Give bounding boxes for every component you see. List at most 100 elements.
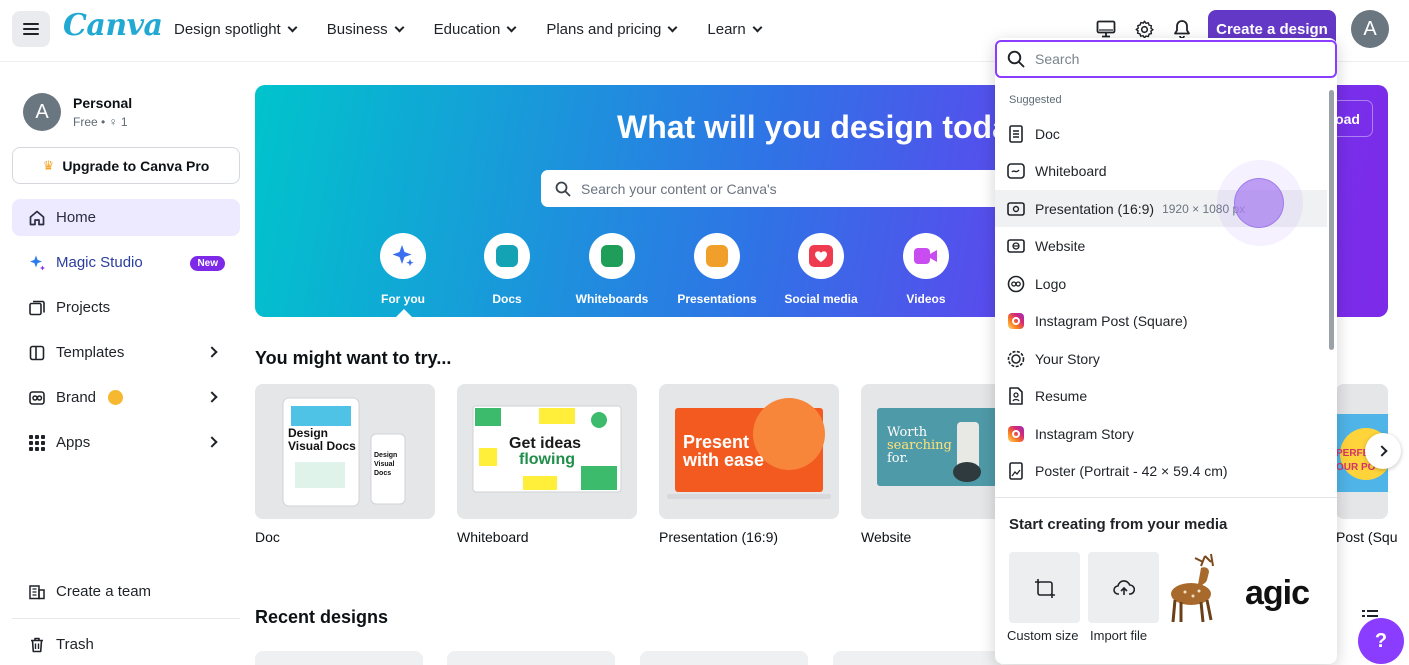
desktop-icon[interactable] [1095,18,1117,40]
custom-size-icon [1034,578,1055,598]
help-button[interactable]: ? [1358,618,1404,664]
sidebar: A Personal Free • ♀ 1 ♛ Upgrade to Canva… [0,63,252,665]
category-social-media[interactable]: Social media [766,233,876,306]
nav-business[interactable]: Business [327,21,405,38]
whiteboard-thumbnail: Get ideas flowing [457,384,637,519]
try-card-presentation[interactable]: Present with ease [659,384,839,519]
hamburger-menu-button[interactable] [12,11,50,47]
folder-icon [28,299,46,317]
video-icon [914,248,937,264]
dropdown-item-resume[interactable]: Resume [995,377,1327,414]
cursor-indicator [1234,178,1284,228]
sidebar-item-projects[interactable]: Projects [12,289,240,326]
recent-design-card[interactable] [640,651,808,665]
menu-icon [23,23,39,35]
dropdown-scrollbar[interactable] [1329,90,1334,350]
brand-icon [28,389,46,407]
dropdown-item-logo[interactable]: Logo [995,265,1327,302]
category-docs[interactable]: Docs [452,233,562,306]
dropdown-item-instagram-story[interactable]: Instagram Story [995,415,1327,452]
media-thumbnail-deer[interactable] [1165,552,1235,626]
sparkle-icon [28,254,46,272]
category-videos[interactable]: Videos [871,233,981,306]
chevron-down-icon [287,22,298,32]
gear-icon[interactable] [1133,18,1155,40]
apps-icon [28,434,46,452]
dropdown-item-instagram-post[interactable]: Instagram Post (Square) [995,302,1327,339]
sidebar-item-magic-studio[interactable]: Magic Studio New [12,244,240,281]
try-card-instagram-label: Post (Squ [1336,529,1398,545]
try-section-title: You might want to try... [255,348,452,368]
doc-thumbnail: Design Visual Docs Design Visual Docs [255,384,435,519]
nav-design-spotlight[interactable]: Design spotlight [174,21,298,38]
search-icon [555,181,571,196]
category-presentations[interactable]: Presentations [662,233,772,306]
svg-text:flowing: flowing [519,451,575,468]
sidebar-item-templates[interactable]: Templates [12,334,240,371]
bell-icon[interactable] [1171,18,1193,40]
carousel-next-button[interactable] [1365,433,1401,469]
category-for-you[interactable]: For you [348,233,458,306]
story-icon [1007,350,1025,368]
sidebar-item-apps[interactable]: Apps [12,424,240,461]
canva-logo[interactable]: Canva [63,8,163,43]
nav-plans-pricing[interactable]: Plans and pricing [546,21,678,38]
sidebar-item-home[interactable]: Home [12,199,240,236]
top-nav: Design spotlight Business Education Plan… [174,0,792,58]
chevron-down-icon [506,22,517,32]
svg-text:Present: Present [683,432,749,452]
sidebar-item-brand[interactable]: Brand [12,379,240,416]
import-file-button[interactable] [1088,552,1159,623]
dropdown-item-doc[interactable]: Doc [995,115,1327,152]
chevron-down-icon [667,22,678,32]
svg-text:for.: for. [887,451,909,466]
sidebar-item-trash[interactable]: Trash [12,626,240,663]
website-icon [1007,237,1025,255]
dropdown-search-placeholder: Search [1035,51,1080,67]
poster-icon [1007,461,1025,480]
try-card-presentation-label: Presentation (16:9) [659,529,779,545]
svg-text:Visual: Visual [374,461,395,468]
instagram-icon [1008,425,1024,442]
dropdown-divider [995,497,1337,498]
crown-coin-icon [108,390,124,405]
svg-text:Design: Design [374,452,397,459]
try-card-whiteboard[interactable]: Get ideas flowing [457,384,637,519]
try-card-doc[interactable]: Design Visual Docs Design Visual Docs [255,384,435,519]
nav-education[interactable]: Education [434,21,517,38]
try-card-website-label: Website [861,529,912,545]
user-avatar[interactable]: A [1351,10,1389,48]
custom-size-button[interactable] [1009,552,1080,623]
dropdown-item-poster[interactable]: Poster (Portrait - 42 × 59.4 cm) [995,452,1327,489]
team-icon [28,583,46,601]
selected-category-caret [395,309,413,317]
crown-icon: ♛ [42,157,55,173]
svg-text:Docs: Docs [374,470,391,477]
template-icon [28,344,46,362]
upgrade-pro-button[interactable]: ♛ Upgrade to Canva Pro [12,147,240,184]
nav-learn[interactable]: Learn [707,21,763,38]
recent-design-card[interactable] [833,651,1001,665]
recent-design-card[interactable] [447,651,615,665]
chevron-down-icon [394,22,405,32]
presentation-thumbnail: Present with ease [659,384,839,519]
account-switcher[interactable]: A Personal Free • ♀ 1 [23,93,132,131]
deer-image [1171,553,1214,623]
dropdown-search-input[interactable]: Search [995,40,1337,78]
account-plan: Free • ♀ 1 [73,115,128,129]
hero-search-placeholder: Search your content or Canva's [581,180,777,197]
sparkle-icon [392,245,414,267]
search-icon [1007,50,1025,68]
resume-icon [1007,386,1025,405]
import-file-label: Import file [1090,628,1148,643]
chevron-right-icon [206,436,218,448]
recent-design-card[interactable] [255,651,423,665]
category-whiteboards[interactable]: Whiteboards [557,233,667,306]
chevron-right-icon [206,346,218,358]
sidebar-item-create-team[interactable]: Create a team [12,573,240,610]
svg-text:Get ideas: Get ideas [509,435,581,452]
hero-search-input[interactable]: Search your content or Canva's [541,170,1001,207]
media-thumbnail-text[interactable]: agic [1245,574,1310,613]
sidebar-divider [12,618,240,619]
dropdown-item-your-story[interactable]: Your Story [995,340,1327,377]
